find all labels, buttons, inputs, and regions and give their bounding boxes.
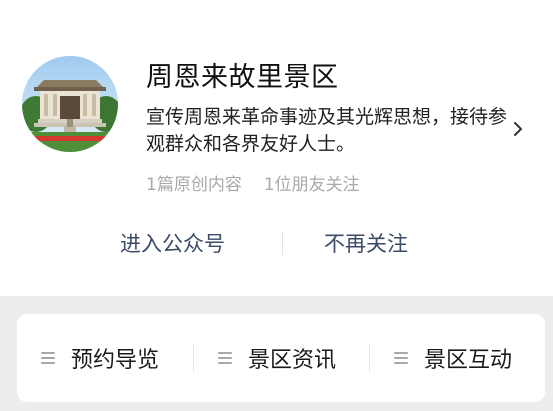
- menu-item-label: 景区资讯: [248, 348, 337, 373]
- enter-account-button[interactable]: 进入公众号: [120, 228, 225, 258]
- menu-lines-icon: [41, 352, 55, 364]
- menu-item-reserve-tour[interactable]: 预约导览: [41, 314, 159, 402]
- menu-item-scenic-news[interactable]: 景区资讯: [218, 314, 336, 402]
- menu-item-label: 景区互动: [424, 348, 513, 373]
- original-count: 1篇原创内容: [146, 175, 242, 195]
- menu-divider: [369, 344, 370, 372]
- menu-item-label: 预约导览: [71, 348, 160, 373]
- building-photo-icon: [22, 56, 118, 152]
- friends-following-count: 1位朋友关注: [263, 175, 360, 195]
- bottom-menu-bar: 预约导览 景区资讯 景区互动: [17, 314, 545, 402]
- action-divider: [282, 231, 283, 255]
- unfollow-button[interactable]: 不再关注: [324, 228, 408, 258]
- account-stats: 1篇原创内容 1位朋友关注: [146, 170, 360, 195]
- chevron-right-icon[interactable]: [510, 119, 526, 139]
- menu-lines-icon: [394, 352, 408, 364]
- menu-item-scenic-interaction[interactable]: 景区互动: [394, 314, 512, 402]
- account-profile-card: 周恩来故里景区 宣传周恩来革命事迹及其光辉思想，接待参观群众和各界友好人士。 1…: [0, 0, 553, 296]
- menu-divider: [193, 344, 194, 372]
- account-name: 周恩来故里景区: [146, 62, 339, 93]
- account-avatar[interactable]: [22, 56, 118, 152]
- menu-lines-icon: [218, 352, 232, 364]
- account-description: 宣传周恩来革命事迹及其光辉思想，接待参观群众和各界友好人士。: [146, 106, 508, 155]
